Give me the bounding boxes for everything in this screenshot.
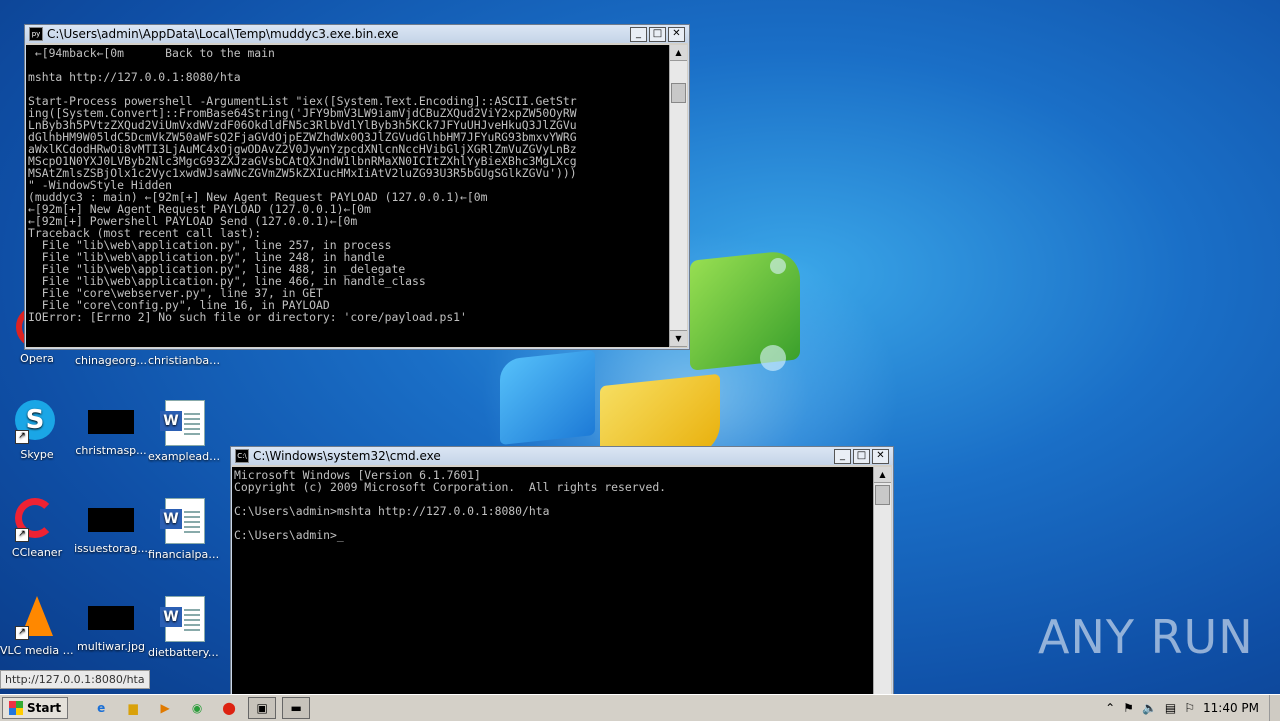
console-line: IOError: [Errno 2] No such file or direc… [28, 310, 467, 324]
desktop-icon-label: Skype [20, 448, 54, 461]
minimize-button[interactable]: _ [630, 26, 647, 42]
start-button[interactable]: Start [2, 697, 69, 719]
word-document-icon: W [160, 400, 205, 446]
wallpaper-dot [770, 258, 786, 274]
show-desktop-button[interactable] [1269, 695, 1280, 721]
desktop-icon-label: VLC media player [0, 644, 74, 657]
console-app-icon: py [29, 27, 43, 41]
cmd-taskbar-button[interactable]: ▬ [282, 697, 311, 719]
desktop-icon-ccleaner[interactable]: ↗ CCleaner [0, 498, 74, 559]
console-line: C:\Users\admin>mshta http://127.0.0.1:80… [234, 504, 550, 518]
desktop-icon-label: multiwar.jpg [77, 640, 145, 653]
word-document-icon: W [160, 498, 205, 544]
desktop-icon-multiwar[interactable]: multiwar.jpg [74, 596, 148, 653]
scrollbar-thumb[interactable] [875, 485, 890, 505]
desktop-icon-issuestorag[interactable]: issuestorag... [74, 498, 148, 555]
console-output[interactable]: Microsoft Windows [Version 6.1.7601] Copy… [232, 467, 874, 697]
windows-logo-blue-pane [500, 350, 595, 445]
close-button[interactable]: ✕ [872, 448, 889, 464]
desktop-icon-label: financialpar... [148, 548, 222, 561]
scroll-down-arrow-icon[interactable]: ▼ [670, 330, 687, 347]
media-player-icon[interactable]: ▶ [152, 698, 178, 718]
desktop-icon-christmasp[interactable]: christmasp... [74, 400, 148, 457]
volume-icon[interactable]: 🔈 [1142, 701, 1157, 715]
ccleaner-icon: ↗ [15, 498, 59, 542]
clock[interactable]: 11:40 PM [1203, 701, 1259, 715]
image-thumbnail-icon [88, 410, 134, 434]
scroll-up-arrow-icon[interactable]: ▲ [874, 467, 891, 483]
window-titlebar[interactable]: py C:\Users\admin\AppData\Local\Temp\mud… [25, 25, 689, 43]
desktop-icon-label: Opera [20, 352, 54, 365]
desktop-icon-exampleads[interactable]: W exampleads... [148, 400, 222, 463]
desktop-icon-financialpar[interactable]: W financialpar... [148, 498, 222, 561]
action-center-icon[interactable]: ⚑ [1123, 701, 1134, 715]
console-output[interactable]: ←[94mback←[0m Back to the main mshta htt… [26, 45, 670, 347]
close-button[interactable]: ✕ [668, 26, 685, 42]
chrome-icon[interactable]: ◉ [184, 698, 210, 718]
cmd-app-icon: C:\ [235, 449, 249, 463]
taskbar: Start e ▆ ▶ ◉ ⬤ ▣ ▬ ⌃ ⚑ 🔈 ▤ ⚐ 11:40 PM [0, 694, 1280, 721]
url-status-tooltip: http://127.0.0.1:8080/hta [0, 670, 150, 689]
console-line: Copyright (c) 2009 Microsoft Corporation… [234, 480, 667, 494]
opera-taskbar-icon[interactable]: ⬤ [216, 698, 242, 718]
scrollbar-thumb[interactable] [671, 83, 686, 103]
flag-icon[interactable]: ⚐ [1184, 701, 1195, 715]
desktop-icon-skype[interactable]: S ↗ Skype [0, 400, 74, 461]
desktop-icon-label: chinageorg... [74, 354, 148, 367]
console-line: ←[94mback←[0m Back to the main [28, 46, 275, 60]
scroll-up-arrow-icon[interactable]: ▲ [670, 45, 687, 61]
desktop-icon-label: christmasp... [75, 444, 147, 457]
file-explorer-icon[interactable]: ▆ [120, 698, 146, 718]
shortcut-arrow-icon: ↗ [15, 528, 29, 542]
maximize-button[interactable]: □ [649, 26, 666, 42]
internet-explorer-icon[interactable]: e [88, 698, 114, 718]
wallpaper-dot [760, 345, 786, 371]
window-title: C:\Users\admin\AppData\Local\Temp\muddyc… [47, 27, 399, 41]
window-titlebar[interactable]: C:\ C:\Windows\system32\cmd.exe _ □ ✕ [231, 447, 893, 465]
minimize-button[interactable]: _ [834, 448, 851, 464]
cmd-window[interactable]: C:\ C:\Windows\system32\cmd.exe _ □ ✕ Mi… [230, 446, 894, 698]
anyrun-watermark: ANY RUN [1038, 610, 1254, 664]
image-thumbnail-icon [88, 606, 134, 630]
desktop-icon-label: issuestorag... [74, 542, 148, 555]
image-thumbnail-icon [88, 508, 134, 532]
desktop-icon-label: christianban... [148, 354, 222, 367]
start-label: Start [27, 701, 62, 715]
windows-logo-icon [9, 701, 23, 715]
word-document-icon: W [160, 596, 205, 642]
shortcut-arrow-icon: ↗ [15, 430, 29, 444]
vlc-cone-icon: ↗ [15, 596, 59, 640]
desktop-icon-label: dietbattery.rtf [148, 646, 222, 659]
console-line: mshta http://127.0.0.1:8080/hta [28, 70, 241, 84]
shortcut-arrow-icon: ↗ [15, 626, 29, 640]
console-line: C:\Users\admin>_ [234, 528, 344, 542]
vertical-scrollbar[interactable]: ▲ [873, 467, 891, 695]
desktop-icon-vlc[interactable]: ↗ VLC media player [0, 596, 74, 657]
vertical-scrollbar[interactable]: ▲ ▼ [669, 45, 687, 347]
desktop-icon-label: exampleads... [148, 450, 222, 463]
network-icon[interactable]: ▤ [1165, 701, 1176, 715]
desktop-icon-dietbattery[interactable]: W dietbattery.rtf [148, 596, 222, 659]
tray-expand-icon[interactable]: ⌃ [1105, 701, 1115, 715]
skype-icon: S ↗ [15, 400, 59, 444]
system-tray: ⌃ ⚑ 🔈 ▤ ⚐ 11:40 PM [1097, 695, 1280, 721]
desktop-icon-label: CCleaner [11, 546, 63, 559]
window-title: C:\Windows\system32\cmd.exe [253, 449, 441, 463]
muddyc3-console-window[interactable]: py C:\Users\admin\AppData\Local\Temp\mud… [24, 24, 690, 350]
muddyc3-taskbar-button[interactable]: ▣ [248, 697, 277, 719]
maximize-button[interactable]: □ [853, 448, 870, 464]
